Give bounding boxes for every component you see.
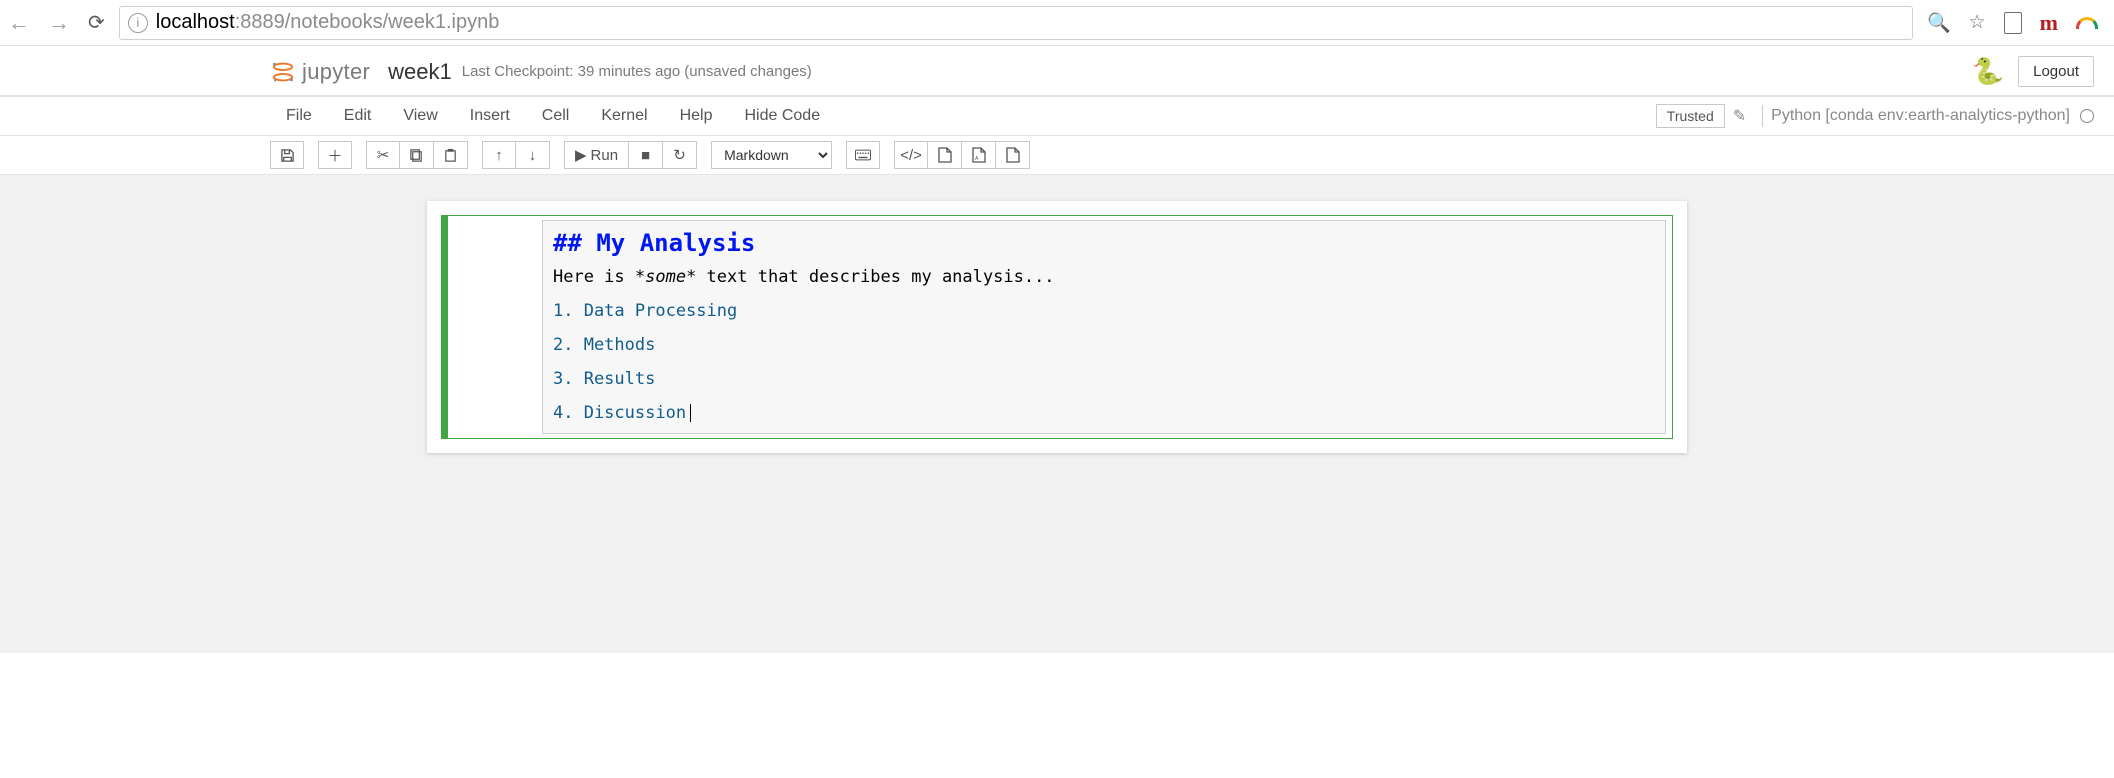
menu-view[interactable]: View xyxy=(387,107,453,125)
back-icon: ← xyxy=(8,10,30,36)
cut-button[interactable]: ✂ xyxy=(366,141,400,169)
pencil-icon[interactable]: ✎ xyxy=(1733,106,1746,126)
add-cell-button[interactable]: ＋ xyxy=(318,141,352,169)
plus-icon: ＋ xyxy=(327,145,342,166)
page-icon[interactable] xyxy=(2004,12,2022,34)
download-pdf-button[interactable]: A xyxy=(962,141,996,169)
menu-insert[interactable]: Insert xyxy=(454,107,526,125)
toolbar: ＋ ✂ ↑ ↓ ▶ Run ■ ↻ Markdown </> A xyxy=(0,136,2114,175)
notebook-name[interactable]: week1 xyxy=(388,59,452,85)
restart-button[interactable]: ↻ xyxy=(663,141,697,169)
star-icon[interactable]: ☆ xyxy=(1969,11,1986,34)
copy-button[interactable] xyxy=(400,141,434,169)
menu-bar: File Edit View Insert Cell Kernel Help H… xyxy=(0,96,2114,136)
copy-icon xyxy=(409,148,424,163)
code-icon: </> xyxy=(900,147,922,164)
menu-file[interactable]: File xyxy=(270,107,328,125)
md-text-emph: *some* xyxy=(635,267,696,287)
stop-button[interactable]: ■ xyxy=(629,141,663,169)
reload-icon[interactable]: ⟳ xyxy=(88,10,105,35)
markdown-cell[interactable]: ## My Analysis Here is *some* text that … xyxy=(441,215,1673,439)
arrow-down-icon: ↓ xyxy=(529,147,537,164)
restart-icon: ↻ xyxy=(673,146,686,164)
download-html-button[interactable] xyxy=(928,141,962,169)
forward-icon: → xyxy=(48,10,70,36)
jupyter-logo-text: jupyter xyxy=(302,59,370,85)
run-label: Run xyxy=(591,147,619,164)
markdown-text-line: Here is *some* text that describes my an… xyxy=(553,267,1655,287)
scissors-icon: ✂ xyxy=(377,146,390,164)
stop-icon: ■ xyxy=(641,147,650,164)
menu-kernel[interactable]: Kernel xyxy=(585,107,663,125)
url-bar[interactable]: i localhost:8889/notebooks/week1.ipynb xyxy=(119,6,1913,40)
zoom-icon[interactable]: 🔍 xyxy=(1927,11,1951,35)
menu-hidecode[interactable]: Hide Code xyxy=(728,107,836,125)
md-list-last-text: 4. Discussion xyxy=(553,403,686,423)
jupyter-logo[interactable]: jupyter xyxy=(270,59,370,85)
checkpoint-status: Last Checkpoint: 39 minutes ago xyxy=(462,63,680,80)
cell-editor[interactable]: ## My Analysis Here is *some* text that … xyxy=(542,220,1666,434)
md-text-before: Here is xyxy=(553,267,635,287)
unsaved-status: (unsaved changes) xyxy=(684,63,812,80)
markdown-heading: ## My Analysis xyxy=(553,229,1655,257)
browser-actions: 🔍 ☆ m xyxy=(1927,10,2098,36)
cell-type-select[interactable]: Markdown xyxy=(711,141,832,169)
separator xyxy=(1762,105,1763,127)
md-text-after: text that describes my analysis... xyxy=(696,267,1054,287)
extension-rainbow-icon[interactable] xyxy=(2076,17,2098,29)
markdown-list-item: 1. Data Processing xyxy=(553,301,1655,321)
move-up-button[interactable]: ↑ xyxy=(482,141,516,169)
menu-cell[interactable]: Cell xyxy=(526,107,586,125)
keyboard-icon xyxy=(855,149,871,161)
cursor-icon xyxy=(690,404,691,422)
menu-help[interactable]: Help xyxy=(664,107,729,125)
download-notebook-button[interactable] xyxy=(996,141,1030,169)
arrow-up-icon: ↑ xyxy=(495,147,503,164)
save-icon xyxy=(280,148,295,163)
kernel-name[interactable]: Python [conda env:earth-analytics-python… xyxy=(1771,107,2070,125)
info-icon: i xyxy=(128,13,148,33)
notebook-header: jupyter week1 Last Checkpoint: 39 minute… xyxy=(0,46,2114,96)
menu-edit[interactable]: Edit xyxy=(328,107,388,125)
url-path: :8889/notebooks/week1.ipynb xyxy=(235,11,500,34)
notebook: ## My Analysis Here is *some* text that … xyxy=(427,201,1687,453)
file-icon xyxy=(938,147,952,163)
markdown-list-item: 3. Results xyxy=(553,369,1655,389)
command-palette-button[interactable] xyxy=(846,141,880,169)
trusted-indicator[interactable]: Trusted xyxy=(1656,104,1725,128)
markdown-list-item: 4. Discussion xyxy=(553,403,1655,423)
svg-text:A: A xyxy=(975,156,979,162)
notebook-area: ## My Analysis Here is *some* text that … xyxy=(0,175,2114,653)
kernel-idle-icon xyxy=(2080,109,2094,123)
run-button[interactable]: ▶ Run xyxy=(564,141,629,169)
paste-button[interactable] xyxy=(434,141,468,169)
url-host: localhost xyxy=(156,11,235,34)
file-blank-icon xyxy=(1006,147,1020,163)
paste-icon xyxy=(443,148,458,163)
extension-m-icon[interactable]: m xyxy=(2040,10,2058,36)
browser-toolbar: ← → ⟳ i localhost:8889/notebooks/week1.i… xyxy=(0,0,2114,46)
move-down-button[interactable]: ↓ xyxy=(516,141,550,169)
logout-button[interactable]: Logout xyxy=(2018,56,2094,87)
browser-nav: ← → ⟳ xyxy=(8,10,105,36)
code-toggle-button[interactable]: </> xyxy=(894,141,928,169)
cell-prompt xyxy=(448,216,542,438)
save-button[interactable] xyxy=(270,141,304,169)
python-icon: 🐍 xyxy=(1972,56,2004,87)
jupyter-logo-icon xyxy=(270,59,296,85)
file-pdf-icon: A xyxy=(972,147,986,163)
run-icon: ▶ xyxy=(575,146,587,164)
markdown-list-item: 2. Methods xyxy=(553,335,1655,355)
